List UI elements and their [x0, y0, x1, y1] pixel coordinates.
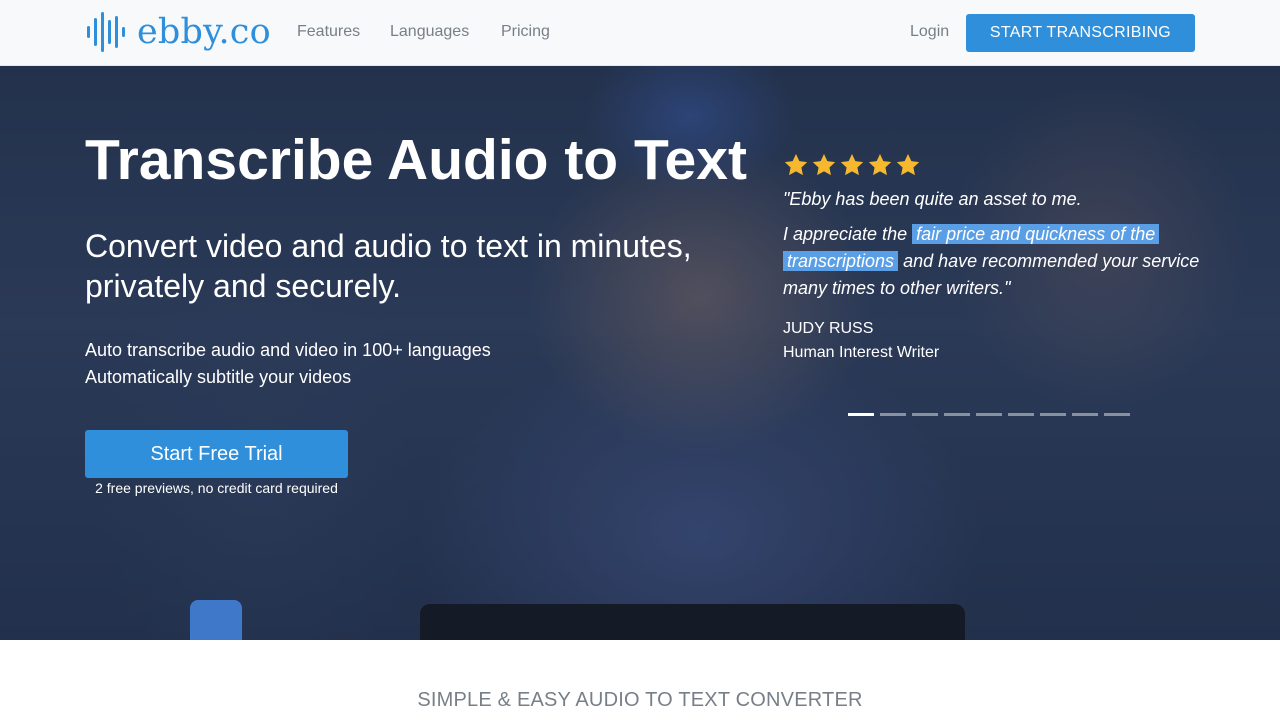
- start-transcribing-button[interactable]: START TRANSCRIBING: [966, 14, 1195, 52]
- nav-link-pricing[interactable]: Pricing: [501, 22, 550, 42]
- quote-text: I appreciate the: [783, 224, 908, 244]
- quote-highlight: transcriptions: [783, 251, 899, 271]
- testimonial-quote-line: "Ebby has been quite an asset to me.: [783, 189, 1082, 209]
- feature-languages: Auto transcribe audio and video in 100+ …: [85, 340, 491, 360]
- section-heading: SIMPLE & EASY AUDIO TO TEXT CONVERTER: [417, 689, 863, 711]
- rating-stars: [783, 152, 921, 178]
- carousel-dot[interactable]: [976, 413, 1002, 416]
- carousel-dot[interactable]: [912, 413, 938, 416]
- carousel-dot[interactable]: [944, 413, 970, 416]
- nav-link-languages[interactable]: Languages: [390, 22, 469, 42]
- testimonial-quote-line: transcriptions and have recommended your…: [783, 248, 1199, 275]
- quote-text: and have recommended your service: [903, 251, 1200, 271]
- star-icon: [868, 153, 892, 176]
- star-icon: [896, 153, 920, 176]
- logo-text: ebby.co: [137, 12, 271, 52]
- testimonial-author: JUDY RUSS: [783, 320, 874, 337]
- quote-highlight: fair price and quickness of the: [912, 224, 1160, 244]
- star-icon: [784, 153, 808, 176]
- trial-note: 2 free previews, no credit card required: [95, 480, 338, 496]
- login-link[interactable]: Login: [910, 22, 949, 42]
- star-icon: [812, 153, 836, 176]
- nav-link-features[interactable]: Features: [297, 22, 360, 42]
- carousel-dot[interactable]: [1008, 413, 1034, 416]
- carousel-dot[interactable]: [1072, 413, 1098, 416]
- carousel-dot[interactable]: [848, 413, 874, 416]
- logo[interactable]: ebby.co: [86, 12, 271, 52]
- carousel-dot[interactable]: [880, 413, 906, 416]
- hero-content: Transcribe Audio to Text Convert video a…: [0, 66, 1280, 640]
- soundwave-logo-icon: [87, 12, 125, 52]
- navbar: ebby.co Features Languages Pricing Login…: [0, 0, 1280, 66]
- star-icon: [840, 153, 864, 176]
- start-free-trial-button[interactable]: Start Free Trial: [85, 430, 348, 478]
- testimonial-role: Human Interest Writer: [783, 344, 940, 361]
- testimonial-quote-line: many times to other writers.": [783, 278, 1011, 298]
- hero-subtitle: Convert video and audio to text in minut…: [85, 228, 692, 304]
- feature-subtitles: Automatically subtitle your videos: [85, 367, 352, 387]
- carousel-dot[interactable]: [1104, 413, 1130, 416]
- carousel-dot[interactable]: [1040, 413, 1066, 416]
- testimonial-quote-line: I appreciate the fair price and quicknes…: [783, 221, 1160, 248]
- carousel-indicators: [848, 413, 1130, 416]
- hero-section: Transcribe Audio to Text Convert video a…: [0, 66, 1280, 640]
- hero-title: Transcribe Audio to Text: [85, 128, 747, 192]
